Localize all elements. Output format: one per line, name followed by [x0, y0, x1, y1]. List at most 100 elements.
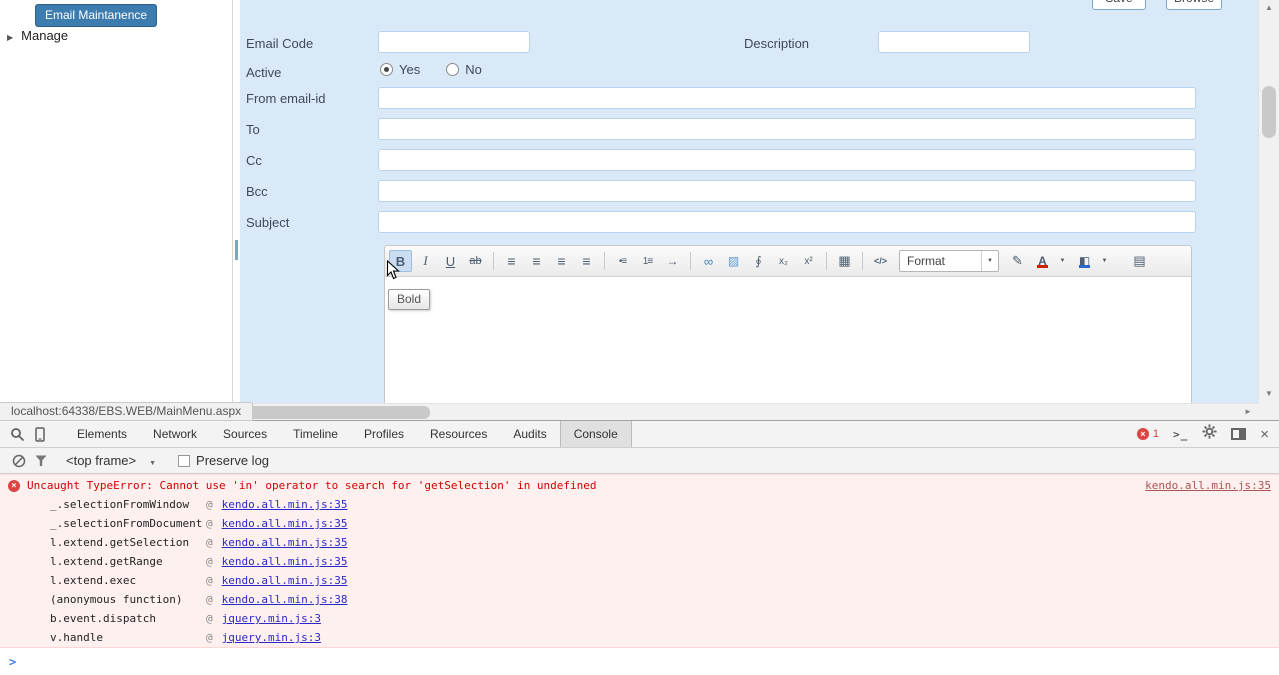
browse-button[interactable]: Browse — [1166, 0, 1222, 10]
tab-sources[interactable]: Sources — [210, 421, 280, 447]
preserve-log-option[interactable]: Preserve log — [178, 453, 269, 468]
active-no-radio[interactable] — [446, 63, 460, 76]
indent-button[interactable] — [661, 250, 684, 272]
tab-network[interactable]: Network — [140, 421, 210, 447]
stack-frame-row: l.extend.getRange @ kendo.all.min.js:35 — [0, 552, 1279, 571]
splitter-handle-icon[interactable] — [235, 240, 238, 260]
from-input[interactable] — [378, 87, 1196, 109]
sidebar-item-label: Manage — [21, 28, 69, 43]
ordered-list-button[interactable] — [636, 250, 659, 272]
stack-source-link[interactable]: jquery.min.js:3 — [222, 612, 321, 625]
error-count: 1 — [1152, 428, 1159, 440]
scroll-down-icon[interactable]: ▼ — [1259, 386, 1279, 402]
email-code-label: Email Code — [246, 36, 314, 51]
frame-context-select[interactable]: <top frame> — [66, 453, 156, 468]
font-color-button[interactable] — [1031, 250, 1054, 272]
console-drawer-icon[interactable] — [1173, 428, 1188, 441]
vertical-scroll-thumb[interactable] — [1262, 86, 1276, 138]
justify-left-button[interactable] — [500, 250, 523, 272]
to-input[interactable] — [378, 118, 1196, 140]
superscript-button[interactable] — [797, 250, 820, 272]
bcc-input[interactable] — [378, 180, 1196, 202]
stack-at: @ — [206, 517, 213, 530]
vertical-scrollbar[interactable]: ▲ ▼ — [1258, 0, 1279, 403]
active-label: Active — [246, 65, 282, 80]
justify-center-button[interactable] — [525, 250, 548, 272]
toolbar-separator — [862, 252, 863, 270]
underline-button[interactable] — [439, 250, 462, 272]
stack-frame-row: _.selectionFromWindow @ kendo.all.min.js… — [0, 495, 1279, 514]
filter-icon[interactable] — [30, 449, 52, 473]
error-source-link[interactable]: kendo.all.min.js:35 — [1145, 479, 1271, 492]
stack-source-link[interactable]: jquery.min.js:3 — [222, 631, 321, 644]
stack-source-link[interactable]: kendo.all.min.js:38 — [222, 593, 348, 606]
pencil-icon[interactable] — [1006, 250, 1029, 272]
console-error-group: Uncaught TypeError: Cannot use 'in' oper… — [0, 474, 1279, 648]
subscript-button[interactable] — [772, 250, 795, 272]
stack-function: b.event.dispatch — [50, 612, 156, 625]
editor-content[interactable] — [385, 277, 1191, 403]
settings-gear-icon[interactable] — [1202, 424, 1217, 444]
stack-source-link[interactable]: kendo.all.min.js:35 — [222, 498, 348, 511]
description-input[interactable] — [878, 31, 1030, 53]
strikethrough-button[interactable] — [464, 250, 487, 272]
insert-image-icon[interactable] — [722, 250, 745, 272]
sidebar-item-manage[interactable]: Manage — [7, 28, 68, 43]
background-color-button[interactable] — [1073, 250, 1096, 272]
scroll-up-icon[interactable]: ▲ — [1259, 0, 1279, 16]
subject-input[interactable] — [378, 211, 1196, 233]
tab-console[interactable]: Console — [559, 421, 632, 447]
create-table-icon[interactable] — [833, 250, 856, 272]
preserve-log-label: Preserve log — [196, 453, 270, 468]
create-link-icon[interactable] — [697, 250, 720, 272]
italic-button[interactable] — [414, 250, 437, 272]
clear-console-icon[interactable] — [8, 449, 30, 473]
bcc-label: Bcc — [246, 184, 268, 199]
export-file-icon[interactable] — [1128, 250, 1151, 272]
tab-profiles[interactable]: Profiles — [351, 421, 417, 447]
stack-at: @ — [206, 631, 213, 644]
stack-source-link[interactable]: kendo.all.min.js:35 — [222, 536, 348, 549]
chevron-down-icon[interactable] — [981, 251, 998, 271]
dock-side-icon[interactable] — [1231, 428, 1247, 440]
tab-audits[interactable]: Audits — [500, 421, 559, 447]
editor-toolbar: Format — [385, 246, 1191, 277]
tab-elements[interactable]: Elements — [64, 421, 140, 447]
app-window: Email Maintanence Manage Save Browse Ema… — [0, 0, 1279, 421]
scroll-right-icon[interactable]: ► — [1240, 404, 1256, 420]
horizontal-scroll-thumb[interactable] — [232, 406, 430, 419]
cc-input[interactable] — [378, 149, 1196, 171]
justify-right-button[interactable] — [550, 250, 573, 272]
active-yes-radio[interactable] — [380, 63, 393, 76]
font-color-chevron-icon[interactable] — [1055, 250, 1070, 272]
attachment-icon[interactable] — [747, 250, 770, 272]
justify-full-button[interactable] — [575, 250, 598, 272]
console-toolbar: <top frame> Preserve log — [0, 448, 1279, 474]
save-button[interactable]: Save — [1092, 0, 1146, 10]
device-mode-icon[interactable] — [28, 421, 50, 447]
preserve-log-checkbox[interactable] — [178, 454, 191, 467]
stack-function: _.selectionFromDocument — [50, 517, 203, 530]
devtools-panel: Elements Network Sources Timeline Profil… — [0, 420, 1279, 675]
console-prompt[interactable] — [0, 648, 1279, 675]
tab-timeline[interactable]: Timeline — [280, 421, 351, 447]
toolbar-separator — [826, 252, 827, 270]
sidebar: Email Maintanence Manage — [0, 0, 233, 403]
error-count-badge[interactable]: 1 — [1136, 428, 1159, 440]
inspect-element-icon[interactable] — [6, 421, 28, 447]
tab-resources[interactable]: Resources — [417, 421, 500, 447]
toolbar-separator — [493, 252, 494, 270]
format-select[interactable]: Format — [899, 250, 999, 272]
view-html-button[interactable] — [869, 250, 892, 272]
cc-label: Cc — [246, 153, 262, 168]
tree-expand-icon[interactable] — [7, 28, 13, 43]
page-title-badge: Email Maintanence — [35, 4, 158, 27]
background-color-chevron-icon[interactable] — [1097, 250, 1112, 272]
stack-source-link[interactable]: kendo.all.min.js:35 — [222, 555, 348, 568]
stack-source-link[interactable]: kendo.all.min.js:35 — [222, 574, 348, 587]
close-devtools-icon[interactable] — [1260, 427, 1269, 442]
stack-frame-row: _.selectionFromDocument @ kendo.all.min.… — [0, 514, 1279, 533]
email-code-input[interactable] — [378, 31, 530, 53]
unordered-list-button[interactable] — [611, 250, 634, 272]
stack-source-link[interactable]: kendo.all.min.js:35 — [222, 517, 348, 530]
